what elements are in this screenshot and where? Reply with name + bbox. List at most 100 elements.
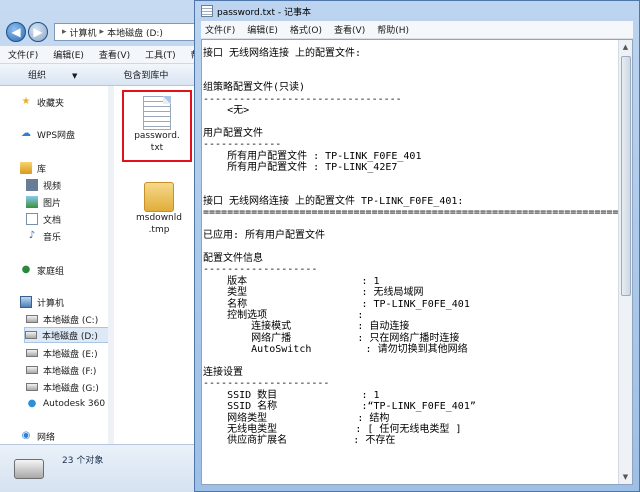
menu-view[interactable]: 查看(V) bbox=[330, 23, 373, 36]
text-line: 所有用户配置文件 : TP-LINK_42E7 bbox=[203, 161, 398, 173]
explorer-toolbar: 组织▼ 包含到库中▼ 共享▼ bbox=[0, 64, 196, 86]
breadcrumb-chevron-icon: ▸ bbox=[62, 27, 67, 37]
sidebar-item-label: 网络 bbox=[37, 432, 56, 443]
folder-icon bbox=[144, 182, 174, 212]
text-content: 接口 无线网络连接 上的配置文件: 组策略配置文件(只读) ------------… bbox=[203, 48, 631, 447]
sidebar-item-documents[interactable]: 文档 bbox=[26, 211, 61, 227]
pictures-icon bbox=[26, 196, 38, 208]
sidebar-item-label: 文档 bbox=[43, 215, 62, 226]
sidebar-item-label: 收藏夹 bbox=[37, 98, 65, 109]
text-line: 网络广播 : 只在网络广播时连接 bbox=[203, 332, 460, 344]
menu-help[interactable]: 帮助(H) bbox=[373, 23, 417, 36]
network-icon: ◉ bbox=[21, 430, 31, 441]
sidebar-item-video[interactable]: 视频 bbox=[26, 177, 61, 193]
text-line: --------------------- bbox=[203, 378, 330, 390]
sidebar-item-drive-c[interactable]: 本地磁盘 (C:) bbox=[26, 311, 98, 327]
sidebar-item-label: 图片 bbox=[43, 198, 62, 209]
status-bar: 23 个对象 bbox=[0, 444, 196, 492]
text-line: --------------------------------- bbox=[203, 93, 402, 105]
text-line: 接口 无线网络连接 上的配置文件: bbox=[203, 48, 362, 59]
organize-button[interactable]: 组织 ▼ bbox=[0, 68, 95, 81]
sidebar-item-label: 视频 bbox=[43, 181, 62, 192]
sidebar-item-drive-d[interactable]: 本地磁盘 (D:) bbox=[24, 327, 110, 343]
drive-icon bbox=[25, 331, 37, 339]
navigation-pane: ★ 收藏夹 ☁ WPS网盘 库 视频 图片 文档 ♪ 音乐 ● 家庭组 计算机 本地磁盘… bbox=[0, 86, 114, 444]
notepad-icon bbox=[201, 5, 213, 17]
menu-file[interactable]: 文件(F) bbox=[201, 23, 243, 36]
sidebar-item-label: 本地磁盘 (F:) bbox=[43, 366, 97, 377]
drive-icon bbox=[26, 349, 38, 357]
sidebar-item-drive-g[interactable]: 本地磁盘 (G:) bbox=[26, 379, 99, 395]
notepad-title-bar[interactable]: password.txt - 记事本 bbox=[195, 1, 639, 21]
text-line: 供应商扩展名 : 不存在 bbox=[203, 435, 396, 447]
back-button[interactable]: ◀ bbox=[6, 22, 26, 42]
sidebar-item-label: 本地磁盘 (E:) bbox=[43, 349, 98, 360]
sidebar-item-autodesk[interactable]: ● Autodesk 360 bbox=[26, 396, 105, 412]
include-in-library-button[interactable]: 包含到库中▼ bbox=[95, 68, 196, 81]
text-line: 组策略配置文件(只读) bbox=[203, 82, 306, 94]
menu-edit[interactable]: 编辑(E) bbox=[243, 23, 286, 36]
menu-format[interactable]: 格式(O) bbox=[286, 23, 330, 36]
sidebar-item-drive-e[interactable]: 本地磁盘 (E:) bbox=[26, 345, 98, 361]
sidebar-item-favorites[interactable]: ★ 收藏夹 bbox=[20, 94, 65, 110]
forward-button[interactable]: ▶ bbox=[28, 22, 48, 42]
sidebar-item-network[interactable]: ◉ 网络 bbox=[20, 428, 55, 444]
organize-label: 组织 bbox=[28, 71, 47, 81]
breadcrumb-computer[interactable]: 计算机 bbox=[70, 26, 97, 39]
text-line: AutoSwitch : 请勿切换到其他网络 bbox=[203, 344, 468, 356]
text-line bbox=[203, 185, 615, 196]
video-icon bbox=[26, 179, 38, 191]
menu-file[interactable]: 文件(F) bbox=[0, 48, 45, 61]
sidebar-item-label: 计算机 bbox=[37, 298, 65, 309]
text-line: 控制选项 : bbox=[203, 309, 364, 321]
sidebar-item-label: WPS网盘 bbox=[37, 130, 76, 141]
file-name-line-1: msdownld bbox=[136, 213, 182, 223]
drive-icon bbox=[14, 459, 44, 479]
vertical-scrollbar[interactable]: ▲ ▼ bbox=[618, 40, 632, 484]
item-count: 23 个对象 bbox=[62, 456, 104, 466]
file-item-password-txt[interactable]: password. txt bbox=[122, 90, 192, 162]
text-line bbox=[203, 242, 615, 253]
computer-icon bbox=[20, 296, 32, 308]
address-bar[interactable]: ▸ 计算机 ▸ 本地磁盘 (D:) bbox=[54, 23, 202, 41]
text-line: SSID 数目 : 1 bbox=[203, 389, 380, 401]
sidebar-item-homegroup[interactable]: ● 家庭组 bbox=[20, 262, 64, 278]
music-note-icon: ♪ bbox=[28, 230, 36, 241]
sidebar-item-drive-f[interactable]: 本地磁盘 (F:) bbox=[26, 362, 96, 378]
notepad-menu-bar: 文件(F) 编辑(E) 格式(O) 查看(V) 帮助(H) bbox=[201, 21, 633, 39]
file-item-msdownld-tmp[interactable]: msdownld .tmp bbox=[124, 180, 194, 244]
text-line: ------------- bbox=[203, 139, 282, 151]
file-name-line-2: txt bbox=[150, 143, 164, 153]
scroll-up-icon[interactable]: ▲ bbox=[619, 40, 632, 54]
text-line: 接口 无线网络连接 上的配置文件 TP-LINK_F0FE_401: bbox=[203, 196, 464, 208]
sidebar-item-computer[interactable]: 计算机 bbox=[20, 294, 64, 310]
sidebar-item-wps[interactable]: ☁ WPS网盘 bbox=[20, 126, 75, 142]
text-line: 已应用: 所有用户配置文件 bbox=[203, 230, 326, 242]
menu-tools[interactable]: 工具(T) bbox=[137, 48, 183, 61]
text-line: 版本 : 1 bbox=[203, 275, 380, 287]
menu-view[interactable]: 查看(V) bbox=[91, 48, 137, 61]
sidebar-item-pictures[interactable]: 图片 bbox=[26, 194, 61, 210]
scroll-thumb[interactable] bbox=[621, 56, 631, 296]
sidebar-item-library[interactable]: 库 bbox=[20, 160, 46, 176]
text-line bbox=[203, 59, 615, 70]
sidebar-item-music[interactable]: ♪ 音乐 bbox=[26, 228, 61, 244]
autodesk-cloud-icon: ● bbox=[27, 398, 37, 409]
menu-edit[interactable]: 编辑(E) bbox=[45, 48, 91, 61]
text-editor[interactable]: 接口 无线网络连接 上的配置文件: 组策略配置文件(只读) ------------… bbox=[201, 39, 633, 485]
scroll-down-icon[interactable]: ▼ bbox=[619, 470, 632, 484]
text-line: ========================================… bbox=[203, 207, 631, 219]
text-line: 连接模式 : 自动连接 bbox=[203, 321, 410, 333]
text-file-icon bbox=[143, 96, 171, 130]
window-title: password.txt - 记事本 bbox=[217, 7, 311, 18]
sidebar-item-label: 音乐 bbox=[43, 232, 62, 243]
breadcrumb-drive-d[interactable]: 本地磁盘 (D:) bbox=[107, 26, 163, 39]
explorer-nav-bar: ◀ ▶ ▸ 计算机 ▸ 本地磁盘 (D:) bbox=[0, 20, 202, 44]
dropdown-caret-icon: ▼ bbox=[72, 72, 78, 80]
text-line: 连接设置 bbox=[203, 366, 243, 378]
explorer-menu-bar: 文件(F) 编辑(E) 查看(V) 工具(T) 帮助( bbox=[0, 46, 196, 64]
drive-icon bbox=[26, 366, 38, 374]
text-line: <无> bbox=[203, 104, 250, 116]
text-line bbox=[203, 173, 615, 184]
arrow-right-icon: ▶ bbox=[33, 25, 43, 39]
